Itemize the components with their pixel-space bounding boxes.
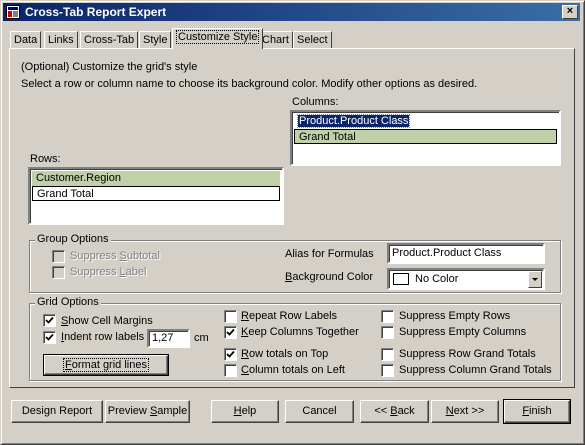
show-cell-margins-checkbox[interactable]	[43, 314, 56, 327]
tab-select[interactable]: Select	[293, 31, 332, 48]
row-totals-on-top-checkbox[interactable]	[224, 348, 237, 361]
indent-row-labels-label: Indent row labels	[61, 331, 145, 343]
list-item-label: Grand Total	[299, 131, 356, 143]
indent-row-labels-checkbox[interactable]	[43, 331, 56, 344]
alias-label: Alias for Formulas	[285, 248, 374, 260]
checkmark-icon	[45, 316, 54, 324]
tab-label: Select	[297, 34, 328, 46]
suppress-label-label: Suppress Label	[70, 266, 147, 278]
repeat-row-labels-label: Repeat Row Labels	[241, 310, 338, 322]
list-item[interactable]: Grand Total	[32, 186, 280, 201]
checkmark-icon	[226, 328, 235, 336]
design-report-button[interactable]: Design Report	[11, 400, 103, 423]
suppress-label-checkbox[interactable]	[52, 266, 65, 279]
list-item[interactable]: Grand Total	[294, 129, 557, 144]
indent-value-field[interactable]: 1,27	[147, 329, 190, 348]
indent-unit-label: cm	[194, 332, 209, 344]
tab-cross-tab[interactable]: Cross-Tab	[80, 31, 139, 48]
suppress-column-grand-totals-label: Suppress Column Grand Totals	[399, 364, 552, 376]
columns-label: Columns:	[292, 96, 339, 108]
keep-columns-together-label: Keep Columns Together	[241, 326, 359, 338]
alias-field[interactable]: Product.Product Class	[387, 243, 545, 264]
suppress-column-grand-totals-checkbox[interactable]	[381, 364, 394, 377]
list-item-label: Customer.Region	[36, 172, 121, 184]
app-icon	[6, 5, 20, 19]
format-grid-lines-label: Format grid lines	[63, 358, 149, 372]
rows-list[interactable]: Customer.Region Grand Total	[28, 167, 284, 225]
tab-label: Links	[48, 34, 74, 46]
rows-label: Rows:	[30, 153, 61, 165]
cancel-button[interactable]: Cancel	[285, 400, 354, 423]
tab-label: Customize Style	[176, 30, 260, 44]
suppress-empty-columns-checkbox[interactable]	[381, 326, 394, 339]
show-cell-margins-label: Show Cell Margins	[61, 315, 153, 327]
column-totals-on-left-label: Column totals on Left	[241, 364, 345, 376]
tab-style[interactable]: Style	[139, 31, 172, 48]
preview-sample-button[interactable]: Preview Sample	[105, 400, 190, 423]
repeat-row-labels-checkbox[interactable]	[224, 310, 237, 323]
columns-list[interactable]: Product.Product Class Grand Total	[290, 110, 561, 166]
suppress-empty-rows-checkbox[interactable]	[381, 310, 394, 323]
back-button[interactable]: << Back	[360, 400, 429, 423]
background-color-dropdown[interactable]: No Color	[387, 268, 545, 290]
suppress-subtotal-checkbox[interactable]	[52, 250, 65, 263]
tab-label: Cross-Tab	[84, 34, 135, 46]
chevron-down-icon	[532, 278, 538, 281]
suppress-empty-rows-label: Suppress Empty Rows	[399, 310, 511, 322]
background-color-label: Background Color	[285, 271, 374, 283]
suppress-subtotal-label: Suppress Subtotal	[70, 250, 160, 262]
keep-columns-together-checkbox[interactable]	[224, 326, 237, 339]
close-icon: ×	[566, 5, 574, 17]
tab-label: Style	[143, 34, 168, 46]
list-item[interactable]: Product.Product Class	[294, 114, 557, 129]
suppress-empty-columns-label: Suppress Empty Columns	[399, 326, 527, 338]
help-button[interactable]: Help	[211, 400, 279, 423]
dropdown-button[interactable]	[528, 271, 542, 288]
window-title: Cross-Tab Report Expert	[25, 5, 167, 19]
tab-label: Chart	[262, 34, 289, 46]
tab-customize-style[interactable]: Customize Style	[172, 28, 264, 49]
format-grid-lines-button[interactable]: Format grid lines	[43, 354, 169, 376]
suppress-row-grand-totals-label: Suppress Row Grand Totals	[399, 348, 536, 360]
suppress-row-grand-totals-checkbox[interactable]	[381, 348, 394, 361]
tab-label: Data	[14, 34, 38, 46]
finish-button[interactable]: Finish	[503, 399, 571, 424]
group-options-title: Group Options	[35, 233, 111, 245]
intro-heading: (Optional) Customize the grid's style	[21, 61, 198, 73]
close-button[interactable]: ×	[562, 5, 578, 19]
tab-data[interactable]: Data	[10, 31, 42, 48]
column-totals-on-left-checkbox[interactable]	[224, 364, 237, 377]
background-color-value: No Color	[415, 273, 459, 285]
intro-instructions: Select a row or column name to choose it…	[21, 78, 478, 90]
row-totals-on-top-label: Row totals on Top	[241, 348, 329, 360]
list-item[interactable]: Customer.Region	[32, 171, 280, 186]
title-bar[interactable]: Cross-Tab Report Expert ×	[3, 3, 580, 21]
checkmark-icon	[45, 333, 54, 341]
list-item-label: Grand Total	[37, 188, 94, 200]
color-swatch	[393, 273, 409, 285]
list-item-label: Product.Product Class	[296, 114, 411, 128]
tab-links[interactable]: Links	[44, 31, 78, 48]
next-button[interactable]: Next >>	[431, 400, 499, 423]
grid-options-title: Grid Options	[35, 296, 101, 308]
checkmark-icon	[226, 350, 235, 358]
